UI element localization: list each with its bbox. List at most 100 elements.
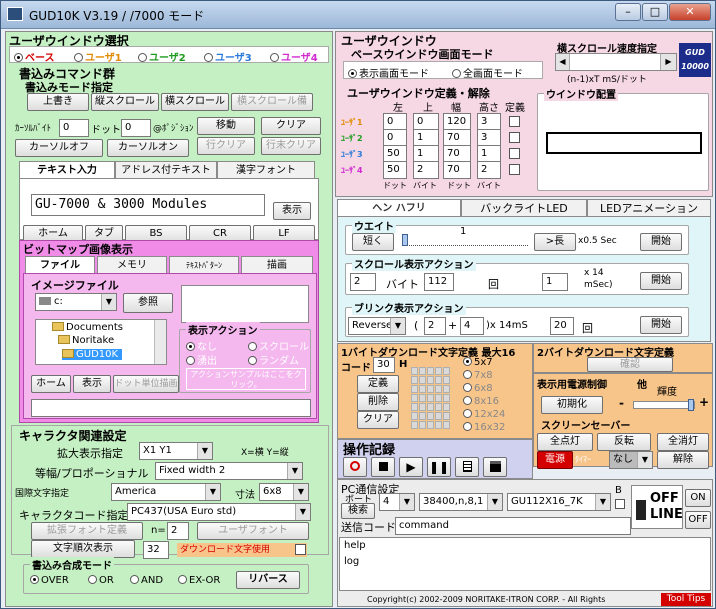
radio-user1[interactable]: ユーザ1 [74, 49, 122, 64]
folder-item[interactable]: Documents [52, 322, 123, 333]
font-dot-cell[interactable] [435, 421, 442, 429]
wait-long-button[interactable]: >長 [534, 233, 576, 251]
radio-display-mode[interactable]: 表示画面モード [348, 65, 429, 80]
power-button[interactable]: 電源 [537, 451, 573, 469]
user2-define-checkbox[interactable] [509, 132, 520, 143]
font-dot-cell[interactable] [443, 367, 450, 375]
font-dot-cell[interactable] [443, 385, 450, 393]
download-char-checkbox[interactable] [295, 544, 306, 555]
radio-user4[interactable]: ユーザ4 [270, 49, 318, 64]
timer-select[interactable]: なし [609, 451, 653, 469]
tab-address-text[interactable]: アドレス付テキスト [115, 161, 217, 179]
close-button[interactable]: ✕ [669, 3, 711, 21]
font1-delete-button[interactable]: 削除 [357, 393, 399, 411]
log-area[interactable]: help log [339, 537, 711, 591]
stop-button[interactable] [371, 457, 395, 477]
hscroll-rep-button[interactable]: 横スクロール備 [231, 93, 313, 111]
radio-action-scroll[interactable]: スクロール [248, 338, 309, 353]
dot-unit-draw-button[interactable]: ドット単位描画 [113, 375, 179, 393]
bitmap-show-button[interactable]: 表示 [73, 375, 111, 393]
font-dot-cell[interactable] [427, 376, 434, 384]
font-dot-cell[interactable] [411, 421, 418, 429]
brightness-slider[interactable] [633, 399, 695, 411]
blink-count-input[interactable]: 20 [550, 317, 574, 335]
bitmap-home-button[interactable]: ホーム [31, 375, 71, 393]
radio-compose-and[interactable]: AND [130, 575, 163, 586]
radio-size-16x32[interactable]: 16x32 [463, 422, 505, 433]
font1-code-input[interactable]: 30 [373, 357, 395, 373]
maximize-button[interactable]: □ [642, 3, 668, 21]
font-dot-cell[interactable] [427, 412, 434, 420]
radio-size-5x7[interactable]: 5x7 [463, 357, 493, 368]
tab-kanji-font[interactable]: 漢字フォント [217, 161, 315, 179]
font2-confirm-button[interactable]: 確認 [587, 357, 673, 372]
tab-file[interactable]: ファイル [25, 256, 95, 274]
font-dot-cell[interactable] [443, 394, 450, 402]
minimize-button[interactable]: – [615, 3, 641, 21]
intl-char-select[interactable]: America [111, 483, 221, 501]
sequential-display-button[interactable]: 文字順次表示 [31, 540, 135, 558]
b-checkbox[interactable] [615, 499, 625, 509]
cursor-dot-input[interactable]: 0 [121, 119, 151, 137]
user4-left-input[interactable]: 50 [383, 161, 407, 179]
cursor-off-button[interactable]: カーソルオフ [15, 139, 103, 157]
font-dot-cell[interactable] [443, 403, 450, 411]
browse-button[interactable]: 参照 [123, 293, 173, 313]
font-dot-cell[interactable] [411, 403, 418, 411]
play-button[interactable]: ▶ [399, 457, 423, 477]
reverse-button[interactable]: リバース [236, 571, 300, 589]
font-dot-cell[interactable] [419, 412, 426, 420]
user1-define-checkbox[interactable] [509, 116, 520, 127]
scroll-speed-input[interactable]: 1 [542, 273, 568, 291]
send-code-input[interactable]: command [395, 517, 631, 535]
font-dot-cell[interactable] [443, 412, 450, 420]
size-select[interactable]: 6x8 [259, 483, 309, 501]
radio-compose-or[interactable]: OR [88, 575, 114, 586]
font-dot-cell[interactable] [443, 421, 450, 429]
scroll-byte-input[interactable]: 112 [424, 273, 454, 291]
ext-font-button[interactable]: 拡張フォント定義 [31, 522, 143, 540]
radio-compose-exor[interactable]: EX-OR [178, 575, 220, 586]
vscroll-button[interactable]: 縦スクロール [91, 93, 159, 111]
font-dot-cell[interactable] [411, 367, 418, 375]
tab-backlight-led[interactable]: バックライトLED [461, 199, 587, 217]
scroll-dot-input[interactable]: 2 [350, 273, 376, 291]
search-button[interactable]: 検索 [341, 503, 375, 519]
move-button[interactable]: 移動 [197, 117, 255, 135]
font-dot-cell[interactable] [419, 421, 426, 429]
wait-short-button[interactable]: 短く [352, 233, 394, 251]
font1-dot-grid[interactable] [411, 367, 453, 431]
tab-text-pattern[interactable]: ﾃｷｽﾄﾊﾟﾀｰﾝ [169, 256, 239, 274]
all-on-button[interactable]: 全点灯 [537, 433, 593, 451]
list-button[interactable] [455, 457, 479, 477]
tab-text-input[interactable]: テキスト入力 [19, 161, 115, 179]
radio-user2[interactable]: ユーザ2 [138, 49, 186, 64]
radio-size-8x16[interactable]: 8x16 [463, 396, 499, 407]
radio-user3[interactable]: ユーザ3 [204, 49, 252, 64]
proportional-select[interactable]: Fixed width 2 [155, 462, 303, 480]
hscroll-speed-scrollbar[interactable]: ◀ ▶ [555, 53, 677, 71]
font-dot-cell[interactable] [411, 385, 418, 393]
off-button[interactable]: OFF [685, 511, 711, 529]
invert-button[interactable]: 反転 [597, 433, 651, 451]
radio-size-6x8[interactable]: 6x8 [463, 383, 493, 394]
radio-fullscreen-mode[interactable]: 全画面モード [452, 65, 523, 80]
brightness-slider-thumb[interactable] [688, 399, 694, 411]
user4-top-input[interactable]: 2 [413, 161, 439, 179]
blink-off-input[interactable]: 4 [460, 317, 484, 335]
action-sample-link[interactable]: アクションサンプルはここをクリック。 [186, 368, 306, 390]
line-clear-button[interactable]: 行クリア [197, 137, 255, 155]
charset-select[interactable]: PC437(USA Euro std) [127, 503, 311, 521]
font-dot-cell[interactable] [419, 367, 426, 375]
font-dot-cell[interactable] [427, 403, 434, 411]
radio-compose-over[interactable]: OVER [30, 575, 69, 586]
font-dot-cell[interactable] [419, 376, 426, 384]
cursor-on-button[interactable]: カーソルオン [107, 139, 189, 157]
bitmap-path-input[interactable] [31, 399, 311, 417]
magnify-select[interactable]: X1 Y1 [139, 442, 213, 460]
font-dot-cell[interactable] [419, 385, 426, 393]
user4-define-checkbox[interactable] [509, 164, 520, 175]
pause-button[interactable]: ❚❚ [427, 457, 451, 477]
release-button[interactable]: 解除 [657, 451, 709, 469]
radio-action-emerge[interactable]: 湧出 [186, 352, 217, 367]
